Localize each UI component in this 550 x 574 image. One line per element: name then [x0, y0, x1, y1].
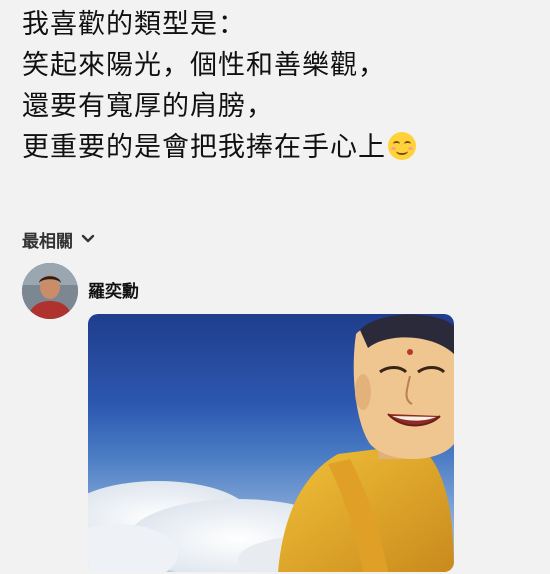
post-line-3: 還要有寬厚的肩膀， — [22, 91, 274, 122]
smiling-face-emoji-icon — [388, 132, 416, 160]
post-line-4: 更重要的是會把我捧在手心上 — [22, 127, 542, 168]
most-relevant-label: 最相關 — [22, 231, 73, 252]
most-relevant-dropdown[interactable]: 最相關 — [22, 224, 95, 254]
chevron-down-icon — [81, 234, 95, 244]
avatar[interactable] — [22, 263, 78, 319]
post-line-2: 笑起來陽光，個性和善樂觀， — [22, 50, 386, 81]
post-text: 我喜歡的類型是： 笑起來陽光，個性和善樂觀， 還要有寬厚的肩膀， 更重要的是會把… — [22, 4, 542, 168]
post-line-1: 我喜歡的類型是： — [22, 9, 246, 40]
post-line-4-text: 更重要的是會把我捧在手心上 — [22, 132, 386, 163]
comment-image[interactable] — [88, 314, 454, 572]
commenter-name[interactable]: 羅奕勳 — [88, 277, 139, 302]
